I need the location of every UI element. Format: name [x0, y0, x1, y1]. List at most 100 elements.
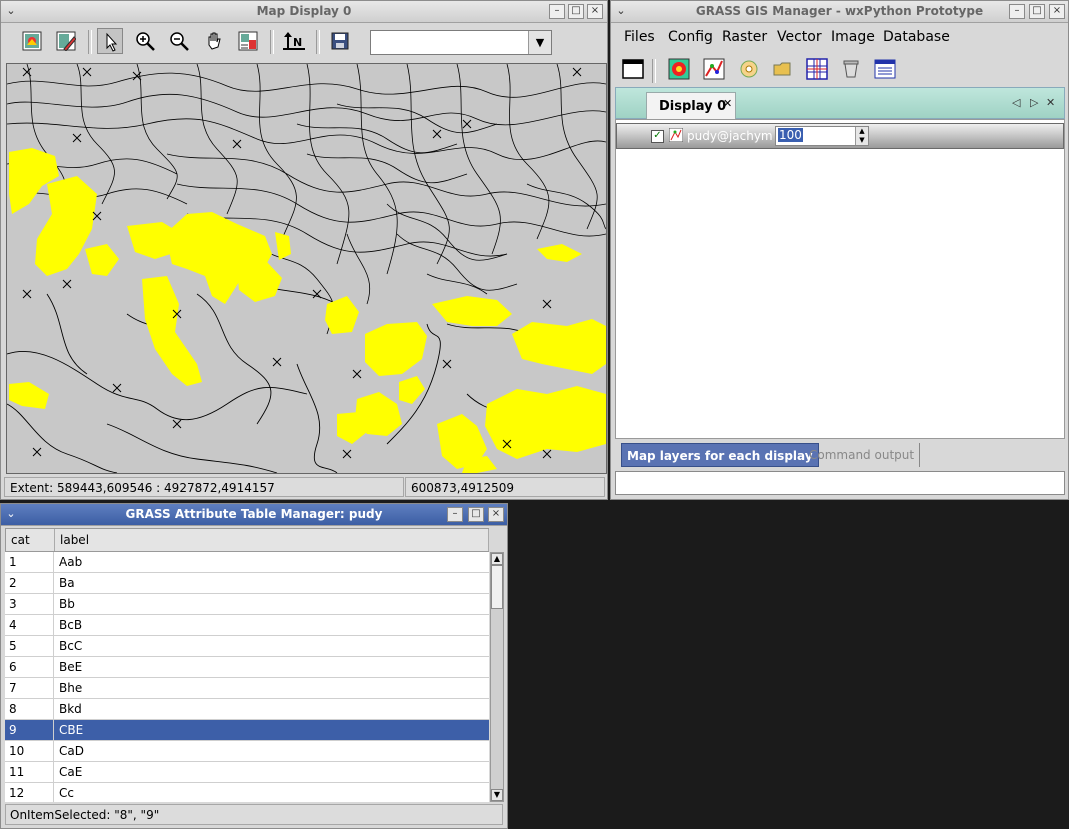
svg-text:N: N	[293, 36, 302, 49]
table-row[interactable]: 3 Bb	[5, 594, 489, 615]
open-folder-icon[interactable]	[769, 55, 795, 81]
table-scrollbar[interactable]: ▲ ▼	[490, 552, 504, 802]
chevron-down-icon[interactable]: ▼	[528, 31, 551, 54]
toolbar-separator	[316, 30, 320, 54]
add-command-icon[interactable]	[735, 55, 761, 81]
table-row[interactable]: 8 Bkd	[5, 699, 489, 720]
command-input[interactable]	[615, 471, 1065, 495]
table-row[interactable]: 12 Cc	[5, 783, 489, 802]
menu-config[interactable]: Config	[668, 29, 713, 45]
cell-cat: 1	[5, 552, 54, 572]
table-row[interactable]: 5 BcC	[5, 636, 489, 657]
tab-right-icon[interactable]: ▷	[1030, 96, 1038, 109]
toolbar-separator	[270, 30, 274, 54]
add-grid-icon[interactable]	[803, 55, 829, 81]
layer-row[interactable]: ✓ pudy@jachym 100 ▲ ▼	[616, 123, 1064, 149]
table-body: 1 Aab 2 Ba 3 Bb 4 BcB 5 BcC 6 BeE 7 Bhe 8 Bkd 9 CBE 10 CaD 1…	[5, 552, 489, 802]
scroll-thumb[interactable]	[491, 565, 503, 609]
close-tab-icon[interactable]: ✕	[723, 97, 732, 110]
maximize-icon[interactable]: □	[1029, 4, 1045, 19]
tab-display-0[interactable]: Display 0 ✕	[646, 92, 736, 119]
table-row[interactable]: 6 BeE	[5, 657, 489, 678]
query-icon[interactable]	[235, 28, 261, 54]
new-display-icon[interactable]	[619, 55, 645, 81]
minimize-icon[interactable]: –	[549, 4, 565, 19]
cell-cat: 2	[5, 573, 54, 593]
menu-files[interactable]: Files	[624, 29, 655, 45]
cell-label: CaD	[59, 744, 84, 758]
add-raster-icon[interactable]	[665, 55, 691, 81]
cell-label: Bhe	[59, 681, 83, 695]
table-row[interactable]: 10 CaD	[5, 741, 489, 762]
layer-visibility-checkbox[interactable]: ✓	[651, 130, 664, 143]
opacity-spinner[interactable]: 100 ▲ ▼	[775, 126, 869, 146]
cell-label: Cc	[59, 786, 74, 800]
pointer-icon[interactable]	[97, 28, 123, 54]
table-row[interactable]: 1 Aab	[5, 552, 489, 573]
table-row[interactable]: 11 CaE	[5, 762, 489, 783]
tab-display-0-label: Display 0	[659, 99, 727, 114]
cell-cat: 10	[5, 741, 54, 761]
menu-database[interactable]: Database	[883, 29, 950, 45]
zoom-in-icon[interactable]	[132, 28, 158, 54]
zoom-out-icon[interactable]	[166, 28, 192, 54]
cell-label: BcC	[59, 639, 83, 653]
table-row[interactable]: 9 CBE	[5, 720, 489, 741]
cell-label: Ba	[59, 576, 75, 590]
maximize-icon[interactable]: □	[468, 507, 484, 522]
tab-map-layers[interactable]: Map layers for each display	[621, 443, 819, 467]
save-icon[interactable]	[327, 28, 353, 54]
table-row[interactable]: 4 BcB	[5, 615, 489, 636]
map-overlay-combo[interactable]: ▼	[370, 30, 552, 55]
gis-manager-titlebar[interactable]: ⌄ GRASS GIS Manager - wxPython Prototype…	[611, 1, 1068, 23]
delete-layer-icon[interactable]	[837, 55, 863, 81]
map-canvas[interactable]	[6, 63, 607, 474]
map-rendering	[7, 64, 606, 473]
cell-label: CaE	[59, 765, 83, 779]
erase-map-icon[interactable]	[53, 28, 79, 54]
layer-name: pudy@jachym	[687, 129, 773, 143]
display-map-icon[interactable]	[19, 28, 45, 54]
add-vector-icon[interactable]	[700, 55, 726, 81]
table-statusbar: OnItemSelected: "8", "9"	[5, 804, 503, 825]
cell-cat: 9	[5, 720, 54, 740]
map-display-titlebar[interactable]: ⌄ Map Display 0 – □ ×	[1, 1, 607, 23]
maximize-icon[interactable]: □	[568, 4, 584, 19]
minimize-icon[interactable]: –	[1009, 4, 1025, 19]
gis-manager-window: ⌄ GRASS GIS Manager - wxPython Prototype…	[610, 0, 1069, 500]
cell-cat: 12	[5, 783, 54, 802]
column-header-cat[interactable]: cat	[6, 529, 55, 551]
attribute-table-title: GRASS Attribute Table Manager: pudy	[125, 507, 383, 521]
map-display-title: Map Display 0	[256, 4, 352, 18]
scroll-down-icon[interactable]: ▼	[491, 789, 503, 801]
cell-label: BeE	[59, 660, 83, 674]
attribute-table-icon[interactable]	[871, 55, 897, 81]
close-icon[interactable]: ×	[488, 507, 504, 522]
spin-arrows-icon[interactable]: ▲ ▼	[855, 127, 868, 145]
layer-tree[interactable]: ✓ pudy@jachym 100 ▲ ▼	[615, 119, 1065, 439]
attribute-table-titlebar[interactable]: ⌄ GRASS Attribute Table Manager: pudy – …	[1, 504, 507, 526]
close-icon[interactable]: ×	[1049, 4, 1065, 19]
cell-label: Bb	[59, 597, 75, 611]
north-arrow-icon[interactable]: N	[280, 28, 306, 54]
menu-raster[interactable]: Raster	[722, 29, 767, 45]
cell-cat: 6	[5, 657, 54, 677]
map-display-window: ⌄ Map Display 0 – □ × N ▼ Extent: 589443…	[0, 0, 608, 500]
scroll-up-icon[interactable]: ▲	[491, 553, 503, 565]
column-header-label[interactable]: label	[55, 529, 489, 551]
menu-vector[interactable]: Vector	[777, 29, 822, 45]
table-row[interactable]: 7 Bhe	[5, 678, 489, 699]
opacity-value: 100	[778, 128, 803, 142]
minimize-icon[interactable]: –	[447, 507, 463, 522]
menu-image[interactable]: Image	[831, 29, 875, 45]
close-icon[interactable]: ✕	[1046, 96, 1055, 109]
toolbar-separator	[88, 30, 92, 54]
table-header: cat label	[5, 528, 489, 552]
output-notebook: Map layers for each display Command outp…	[615, 441, 1065, 469]
pan-icon[interactable]	[201, 28, 227, 54]
table-row[interactable]: 2 Ba	[5, 573, 489, 594]
tab-command-output[interactable]: Command output	[804, 443, 921, 467]
tab-left-icon[interactable]: ◁	[1012, 96, 1020, 109]
display-notebook: Display 0 ✕ ◁ ▷ ✕	[615, 87, 1065, 119]
close-icon[interactable]: ×	[587, 4, 603, 19]
